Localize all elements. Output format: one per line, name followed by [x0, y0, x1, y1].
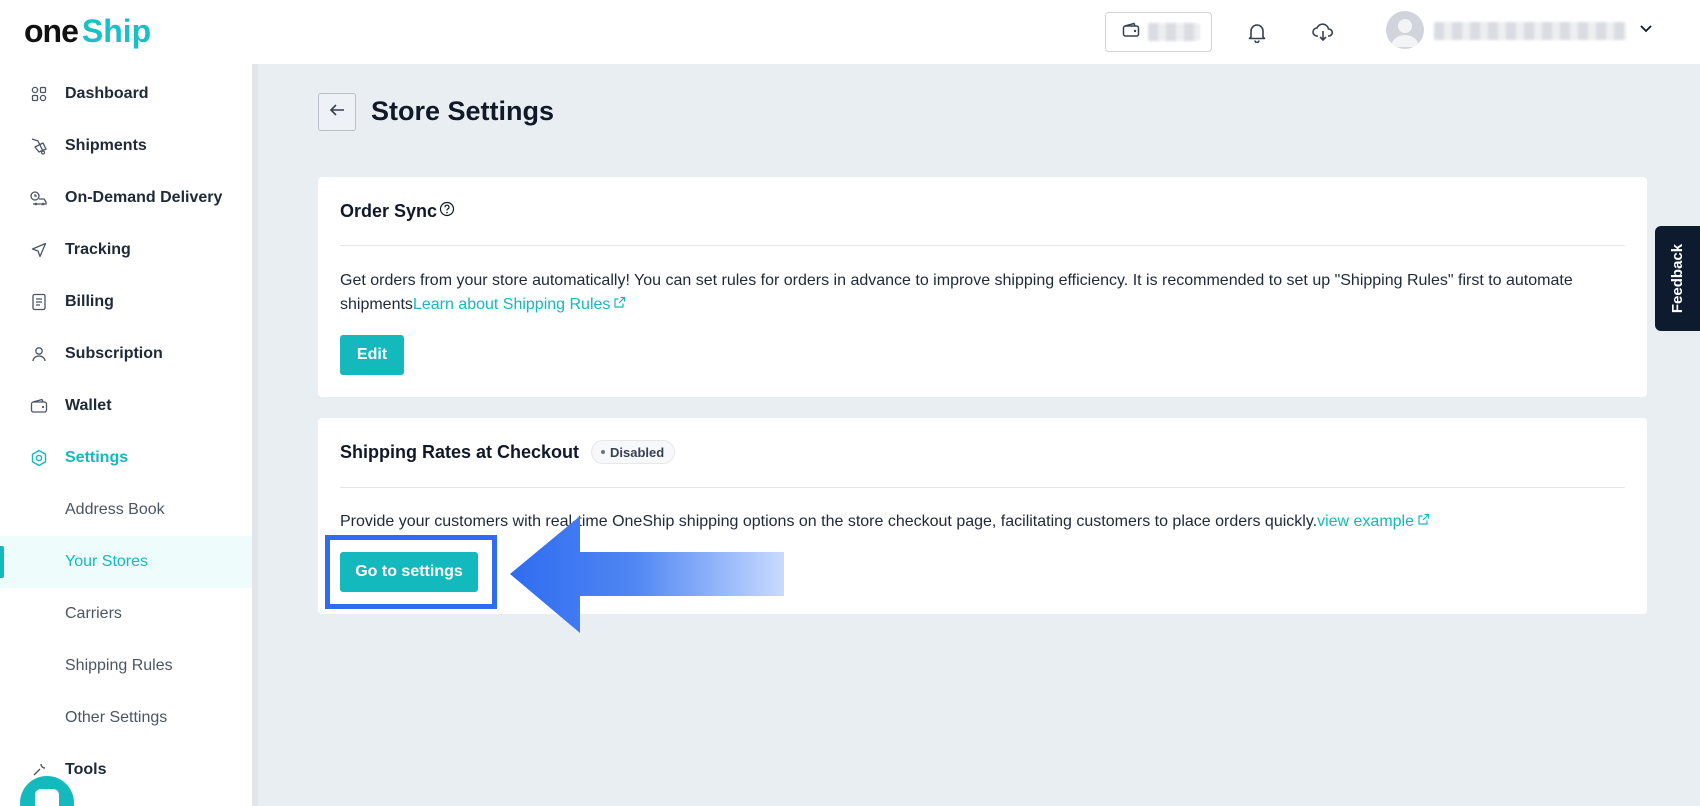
learn-shipping-rules-link[interactable]: Learn about Shipping Rules	[413, 296, 610, 313]
sidebar-item-label: Wallet	[65, 397, 112, 414]
settings-icon	[30, 449, 48, 467]
sidebar-item-tracking[interactable]: Tracking	[0, 224, 252, 276]
shipping-rates-description-text: Provide your customers with real-time On…	[340, 513, 1318, 530]
shipments-icon	[30, 137, 48, 155]
sidebar-item-label: Your Stores	[65, 553, 149, 570]
download-cloud-icon[interactable]	[1311, 20, 1335, 44]
logo-ship-text: Ship	[81, 12, 152, 49]
notifications-bell-icon[interactable]	[1245, 20, 1269, 44]
wallet-balance-button[interactable]	[1105, 12, 1212, 52]
dashboard-icon	[30, 85, 48, 103]
billing-icon	[30, 293, 48, 311]
sidebar-item-label: Dashboard	[65, 85, 149, 102]
shipping-rates-title: Shipping Rates at Checkout Disabled	[340, 440, 676, 464]
status-badge-label: Disabled	[610, 444, 665, 460]
page-title: Store Settings	[371, 96, 555, 126]
arrow-left-annotation-icon	[510, 516, 784, 633]
delivery-icon	[30, 189, 48, 207]
user-avatar[interactable]	[1386, 11, 1424, 49]
order-sync-title-text: Order Sync	[340, 201, 438, 221]
sidebar-item-your-stores[interactable]: Your Stores	[0, 536, 252, 588]
sidebar-item-label: Subscription	[65, 345, 163, 362]
sidebar-item-label: Settings	[65, 449, 129, 466]
edit-button[interactable]: Edit	[340, 335, 404, 375]
sidebar-item-label: Shipments	[65, 137, 147, 154]
top-bar: one Ship	[0, 0, 1700, 64]
sidebar-item-on-demand-delivery[interactable]: On-Demand Delivery	[0, 172, 252, 224]
sidebar: Dashboard Shipments On-Demand Delivery T…	[0, 64, 258, 806]
external-link-icon[interactable]	[613, 293, 626, 317]
sidebar-item-label: Carriers	[65, 605, 122, 622]
shipping-rates-title-text: Shipping Rates at Checkout	[340, 441, 580, 462]
sidebar-item-label: On-Demand Delivery	[65, 189, 223, 206]
feedback-tab[interactable]: Feedback	[1655, 226, 1700, 331]
feedback-label: Feedback	[1669, 243, 1687, 314]
sidebar-item-billing[interactable]: Billing	[0, 276, 252, 328]
help-circle-icon[interactable]	[439, 201, 455, 217]
wallet-icon	[1122, 22, 1140, 43]
sidebar-item-settings[interactable]: Settings	[0, 432, 252, 484]
divider	[340, 245, 1625, 246]
sidebar-item-label: Address Book	[65, 501, 165, 518]
sidebar-item-address-book[interactable]: Address Book	[0, 484, 252, 536]
sidebar-item-other-settings[interactable]: Other Settings	[0, 692, 252, 744]
back-button[interactable]	[318, 93, 356, 131]
oneship-logo[interactable]: one Ship	[24, 13, 151, 49]
user-name-redacted[interactable]	[1434, 22, 1626, 40]
sidebar-item-dashboard[interactable]: Dashboard	[0, 68, 252, 120]
divider	[340, 487, 1625, 488]
sidebar-item-carriers[interactable]: Carriers	[0, 588, 252, 640]
sidebar-item-label: Billing	[65, 293, 114, 310]
sidebar-item-label: Tools	[65, 761, 107, 778]
arrow-left-icon	[328, 102, 346, 123]
order-sync-title: Order Sync	[340, 201, 455, 222]
sidebar-item-shipments[interactable]: Shipments	[0, 120, 252, 172]
status-badge: Disabled	[591, 440, 676, 464]
wallet-icon	[30, 397, 48, 415]
sidebar-item-label: Other Settings	[65, 709, 168, 726]
sidebar-item-wallet[interactable]: Wallet	[0, 380, 252, 432]
wallet-balance-redacted	[1148, 23, 1200, 41]
sidebar-item-label: Tracking	[65, 241, 131, 258]
order-sync-description: Get orders from your store automatically…	[340, 269, 1620, 317]
status-dot-icon	[601, 450, 606, 454]
sidebar-item-subscription[interactable]: Subscription	[0, 328, 252, 380]
chevron-down-icon[interactable]	[1638, 20, 1654, 41]
highlight-box	[325, 535, 497, 609]
sidebar-item-shipping-rules[interactable]: Shipping Rules	[0, 640, 252, 692]
tracking-icon	[30, 241, 48, 259]
order-sync-card: Order Sync Get orders from your store au…	[318, 177, 1647, 397]
subscription-icon	[30, 345, 48, 363]
sidebar-item-label: Shipping Rules	[65, 657, 173, 674]
view-example-link[interactable]: view example	[1317, 513, 1414, 530]
logo-one-text: one	[24, 12, 79, 49]
external-link-icon[interactable]	[1417, 510, 1430, 534]
